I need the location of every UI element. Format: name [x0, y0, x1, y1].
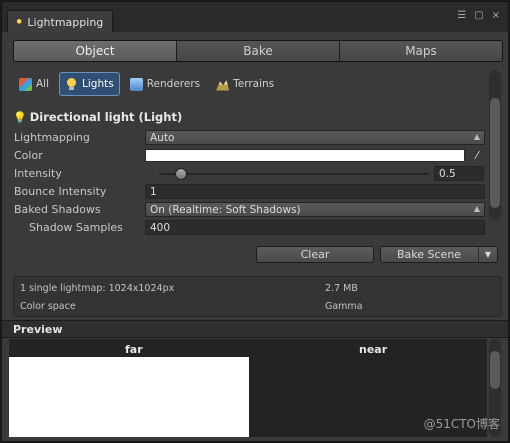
lightmapping-label: Lightmapping	[14, 131, 90, 144]
filter-all-label: All	[36, 78, 50, 90]
maximize-icon[interactable]: ▢	[474, 10, 483, 21]
color-space-value: Gamma	[325, 301, 363, 312]
window-controls: ☰ ▢ ×	[457, 10, 500, 21]
window-tab-title: Lightmapping	[27, 15, 104, 29]
intensity-field[interactable]: 0.5	[434, 166, 484, 181]
menu-icon[interactable]: ☰	[457, 10, 466, 21]
intensity-value: 0.5	[439, 167, 456, 180]
eyedropper-icon[interactable]: ⁄	[470, 149, 484, 163]
prop-color: Color ⁄	[14, 147, 484, 164]
prop-intensity: Intensity 0.5	[14, 165, 484, 182]
far-lightmap-image	[9, 357, 249, 437]
bake-dropdown-arrow-icon[interactable]: ▼	[478, 247, 497, 262]
filter-terrains[interactable]: Terrains	[210, 72, 280, 96]
lightmapping-window: ⚫ Lightmapping ☰ ▢ × Object Bake Maps Al…	[1, 1, 509, 442]
renderer-icon	[129, 77, 143, 91]
color-label: Color	[14, 149, 43, 162]
filter-renderers[interactable]: Renderers	[124, 72, 206, 96]
tab-object[interactable]: Object	[14, 41, 177, 61]
bounce-intensity-label: Bounce Intensity	[14, 185, 107, 198]
tab-bake[interactable]: Bake	[177, 41, 340, 61]
filter-lights-label: Lights	[82, 78, 114, 90]
inspector-scroll-thumb[interactable]	[490, 98, 500, 208]
far-label: far	[125, 343, 143, 356]
prop-lightmapping: Lightmapping Auto ▲	[14, 129, 485, 146]
shadow-samples-label: Shadow Samples	[29, 221, 123, 234]
lightbulb-icon: ⚫	[15, 16, 24, 28]
lightmap-info-box: 1 single lightmap: 1024x1024px 2.7 MB Co…	[13, 276, 502, 317]
terrain-icon	[216, 80, 230, 91]
section-title: Directional light (Light)	[29, 110, 183, 124]
color-space-label: Color space	[20, 301, 76, 312]
bake-scene-label: Bake Scene	[397, 248, 462, 261]
preview-header[interactable]: Preview	[2, 320, 508, 338]
filter-renderers-label: Renderers	[146, 78, 201, 90]
preview-scroll-thumb[interactable]	[490, 351, 500, 389]
title-bar: ⚫ Lightmapping ☰ ▢ ×	[2, 2, 508, 33]
clear-button[interactable]: Clear	[256, 246, 374, 263]
bounce-intensity-field[interactable]: 1	[145, 184, 485, 199]
prop-bounce-intensity: Bounce Intensity 1	[14, 183, 485, 200]
intensity-slider-thumb[interactable]	[175, 168, 188, 180]
window-tab[interactable]: ⚫ Lightmapping	[7, 10, 114, 33]
near-label: near	[359, 343, 388, 356]
mode-tabs: Object Bake Maps	[13, 40, 503, 62]
dropdown-arrows-icon: ▲	[473, 132, 480, 141]
bake-scene-button[interactable]: Bake Scene ▼	[380, 246, 498, 263]
inspector-scrollbar[interactable]	[489, 70, 501, 220]
bounce-intensity-value: 1	[150, 185, 157, 198]
baked-shadows-value: On (Realtime: Soft Shadows)	[150, 203, 301, 216]
tab-maps[interactable]: Maps	[340, 41, 502, 61]
filter-terrains-label: Terrains	[233, 78, 275, 90]
baked-shadows-dropdown[interactable]: On (Realtime: Soft Shadows) ▲	[145, 202, 485, 217]
filter-all[interactable]: All	[13, 72, 55, 96]
section-header: 💡 Directional light (Light)	[13, 110, 182, 124]
prop-baked-shadows: Baked Shadows On (Realtime: Soft Shadows…	[14, 201, 485, 218]
light-component-icon: 💡	[13, 110, 27, 124]
filter-lights[interactable]: Lights	[59, 72, 120, 96]
preview-title: Preview	[13, 322, 63, 336]
watermark: @51CTO博客	[423, 417, 500, 431]
shadow-samples-field[interactable]: 400	[145, 220, 485, 235]
baked-shadows-label: Baked Shadows	[14, 203, 101, 216]
preview-area: far near	[9, 339, 487, 437]
close-icon[interactable]: ×	[492, 10, 500, 21]
lightmap-description: 1 single lightmap: 1024x1024px	[20, 283, 175, 294]
intensity-label: Intensity	[14, 167, 62, 180]
intensity-slider[interactable]	[159, 168, 429, 180]
color-swatch[interactable]	[145, 149, 465, 162]
all-objects-icon	[19, 77, 32, 91]
lightmapping-value: Auto	[150, 131, 175, 144]
bulb-icon	[65, 77, 78, 91]
lightmapping-dropdown[interactable]: Auto ▲	[145, 130, 485, 145]
shadow-samples-value: 400	[150, 221, 171, 234]
scene-filter-bar: All Lights Renderers Terrains	[13, 72, 280, 96]
lightmap-size: 2.7 MB	[325, 283, 358, 294]
dropdown-arrows-icon: ▲	[473, 204, 480, 213]
prop-shadow-samples: Shadow Samples 400	[14, 219, 485, 236]
